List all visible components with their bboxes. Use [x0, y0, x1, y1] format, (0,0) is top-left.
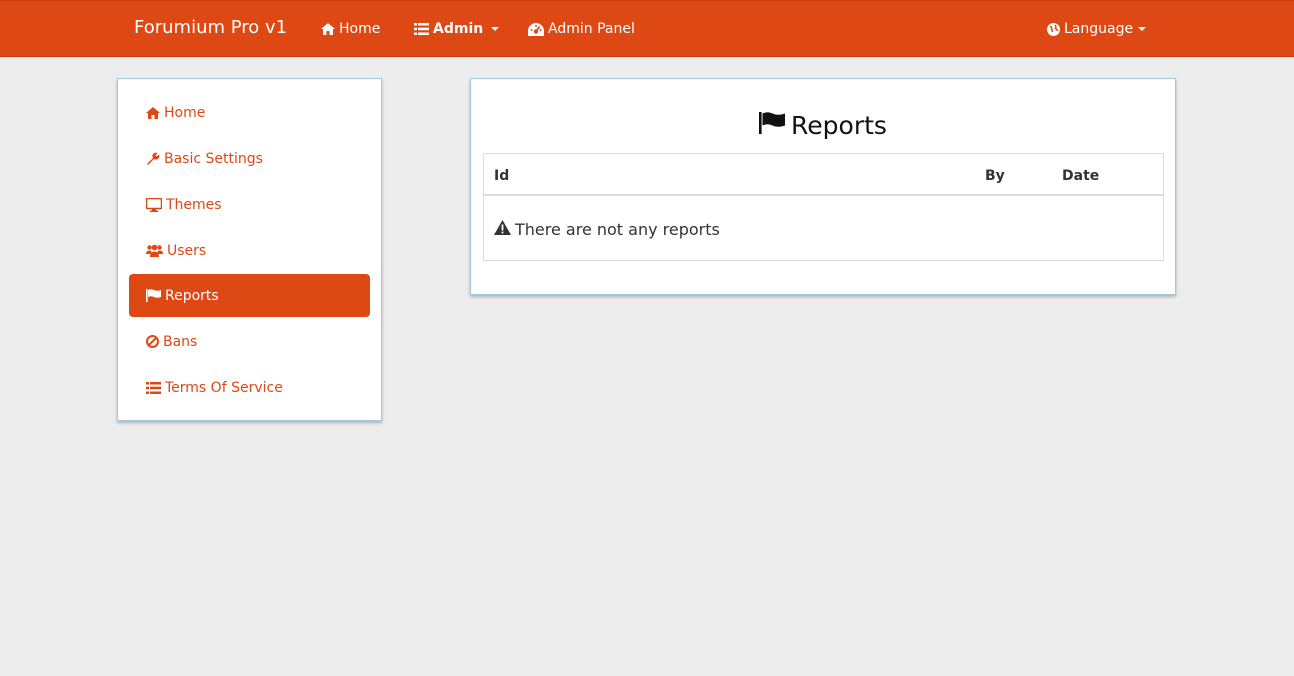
sidebar-item-bans[interactable]: Bans	[129, 320, 370, 363]
dashboard-icon	[528, 22, 544, 36]
column-header-id: Id	[494, 168, 510, 184]
warning-icon	[494, 220, 511, 239]
sidebar-item-label: Themes	[166, 196, 222, 213]
reports-table: Id By Date There are not any reports	[483, 153, 1164, 261]
top-navbar: Forumium Pro v1 Home Admin Admin Panel L…	[0, 0, 1294, 57]
sidebar-item-users[interactable]: Users	[129, 229, 370, 272]
reports-panel: Reports Id By Date There are not any rep…	[470, 78, 1176, 295]
nav-admin-dropdown[interactable]: Admin	[414, 20, 500, 38]
sidebar-item-label: Users	[167, 242, 207, 259]
page-title: Reports	[471, 111, 1175, 141]
nav-admin-panel-link[interactable]: Admin Panel	[528, 20, 635, 38]
nav-admin-label: Admin	[433, 21, 484, 37]
list-icon	[146, 381, 161, 394]
sidebar-item-label: Bans	[163, 333, 198, 350]
sidebar-item-terms-of-service[interactable]: Terms Of Service	[129, 366, 370, 409]
caret-down-icon	[1138, 27, 1147, 31]
empty-table-message: There are not any reports	[494, 220, 720, 239]
flag-icon	[759, 111, 786, 141]
home-icon	[146, 106, 160, 119]
users-icon	[146, 244, 163, 257]
sidebar-item-label: Reports	[165, 287, 219, 304]
sidebar-item-label: Basic Settings	[164, 150, 263, 167]
page-title-text: Reports	[791, 111, 887, 140]
sidebar-item-home[interactable]: Home	[129, 91, 370, 134]
caret-down-icon	[491, 27, 500, 31]
home-icon	[321, 23, 335, 35]
sidebar-item-themes[interactable]: Themes	[129, 183, 370, 226]
wrench-icon	[146, 152, 160, 166]
list-icon	[414, 23, 429, 35]
column-header-date: Date	[1062, 168, 1100, 184]
admin-sidebar: Home Basic Settings Themes Users Reports…	[117, 78, 382, 421]
nav-home-label: Home	[339, 21, 381, 37]
empty-message-text: There are not any reports	[515, 220, 720, 239]
desktop-icon	[146, 197, 162, 212]
language-label: Language	[1064, 21, 1134, 37]
sidebar-item-label: Home	[164, 104, 206, 121]
table-header-divider	[484, 194, 1163, 196]
sidebar-item-label: Terms Of Service	[165, 379, 283, 396]
flag-icon	[146, 289, 161, 302]
sidebar-item-basic-settings[interactable]: Basic Settings	[129, 137, 370, 180]
nav-home-link[interactable]: Home	[321, 20, 380, 38]
language-dropdown[interactable]: Language	[1047, 20, 1147, 38]
ban-icon	[146, 335, 159, 348]
nav-admin-panel-label: Admin Panel	[548, 21, 635, 37]
globe-icon	[1047, 22, 1060, 36]
sidebar-item-reports[interactable]: Reports	[129, 274, 370, 317]
column-header-by: By	[985, 168, 1005, 184]
brand-link[interactable]: Forumium Pro v1	[134, 17, 287, 39]
